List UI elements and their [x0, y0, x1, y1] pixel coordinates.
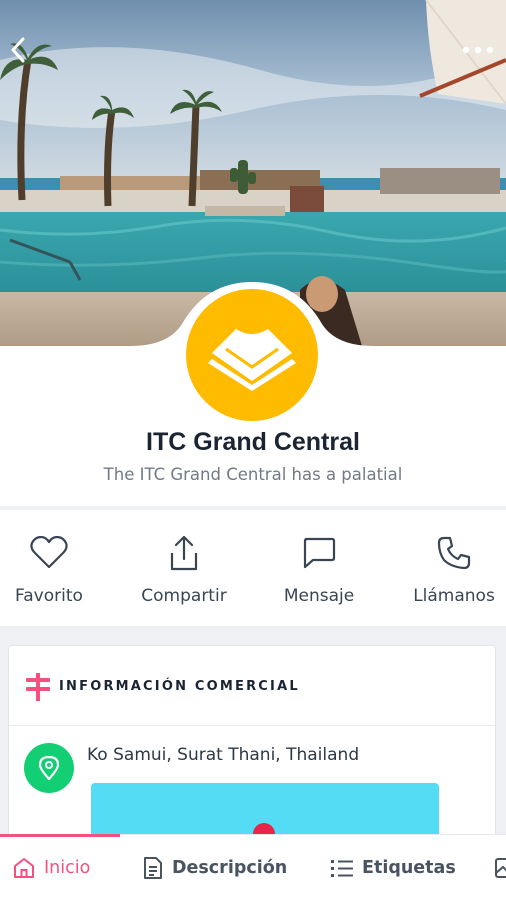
business-description: The ITC Grand Central has a palatial	[103, 465, 403, 484]
home-icon	[14, 858, 34, 878]
more-options-button[interactable]	[458, 32, 498, 68]
location-pin-icon	[38, 755, 60, 781]
business-address[interactable]: Ko Samui, Surat Thani, Thailand	[87, 745, 359, 765]
favorite-label: Favorito	[15, 586, 83, 606]
more-horizontal-icon	[462, 46, 494, 54]
message-button[interactable]: Mensaje	[264, 510, 374, 626]
tab-gallery[interactable]	[494, 835, 506, 900]
tab-etiquetas[interactable]: Etiquetas	[330, 835, 456, 900]
tab-label: Inicio	[44, 858, 91, 878]
info-card-header: INFORMACIÓN COMERCIAL	[9, 646, 495, 726]
share-button[interactable]: Compartir	[124, 510, 244, 626]
info-card-title: INFORMACIÓN COMERCIAL	[59, 679, 300, 694]
message-label: Mensaje	[283, 586, 355, 606]
tab-label: Descripción	[172, 858, 288, 878]
business-name: ITC Grand Central	[146, 428, 360, 456]
list-icon	[331, 860, 353, 877]
tab-label: Etiquetas	[362, 858, 456, 878]
back-button[interactable]	[4, 32, 32, 68]
document-icon	[144, 857, 162, 879]
tab-descripcion[interactable]: Descripción	[142, 835, 287, 900]
bottom-tab-bar: Inicio Descripción Etiquetas	[0, 834, 506, 900]
image-icon	[495, 858, 506, 878]
call-button[interactable]: Llámanos	[402, 510, 506, 626]
heart-icon	[30, 536, 68, 569]
logo-emblem-icon	[208, 329, 296, 391]
phone-icon	[437, 536, 471, 570]
call-label: Llámanos	[413, 586, 495, 606]
chevron-left-icon	[11, 37, 25, 63]
share-label: Compartir	[141, 586, 227, 606]
business-info-card: INFORMACIÓN COMERCIAL Ko Samui, Surat Th…	[8, 645, 496, 845]
share-icon	[170, 535, 198, 571]
tab-inicio[interactable]: Inicio	[12, 835, 90, 900]
signpost-icon	[26, 673, 50, 701]
favorite-button[interactable]: Favorito	[0, 510, 98, 626]
action-bar: Favorito Compartir Mensaje Llámanos	[0, 510, 506, 626]
message-icon	[303, 537, 336, 569]
location-badge	[24, 743, 74, 793]
business-logo	[186, 289, 318, 421]
